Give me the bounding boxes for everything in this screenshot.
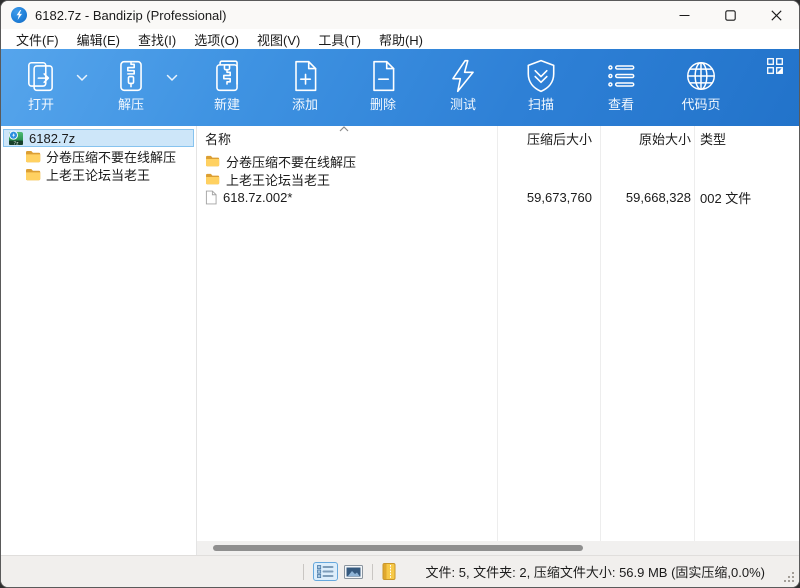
column-header-original-size[interactable]: 原始大小 bbox=[600, 129, 694, 148]
extract-label: 解压 bbox=[118, 97, 144, 113]
toolbar: 打开 解压 bbox=[1, 49, 799, 126]
list-body: 分卷压缩不要在线解压 上老王论坛当老王 bbox=[197, 152, 799, 541]
archive-7z-icon: 7z bbox=[8, 130, 24, 146]
file-name: 分卷压缩不要在线解压 bbox=[226, 152, 356, 171]
svg-text:7z: 7z bbox=[13, 141, 19, 146]
app-logo-icon bbox=[11, 7, 27, 23]
new-archive-button[interactable]: 新建 bbox=[197, 56, 257, 113]
scrollbar-thumb[interactable] bbox=[213, 545, 583, 551]
tree-item-label: 6182.7z bbox=[29, 131, 75, 146]
codepage-label: 代码页 bbox=[681, 97, 720, 113]
delete-file-icon bbox=[365, 56, 401, 96]
tree-item-label: 上老王论坛当老王 bbox=[46, 165, 150, 184]
scan-label: 扫描 bbox=[528, 97, 554, 113]
scan-icon bbox=[523, 56, 559, 96]
file-row[interactable]: 618.7z.002* 59,673,760 59,668,328 002 文件 bbox=[197, 188, 799, 206]
menu-tools[interactable]: 工具(T) bbox=[309, 29, 370, 49]
open-dropdown-chevron-icon[interactable] bbox=[71, 58, 93, 98]
list-header: 名称 压缩后大小 原始大小 类型 bbox=[197, 126, 799, 152]
tree-item-archive-root[interactable]: 7z 6182.7z bbox=[3, 129, 194, 147]
extract-button[interactable]: 解压 bbox=[101, 56, 161, 113]
open-archive-icon bbox=[23, 56, 59, 96]
column-divider[interactable] bbox=[600, 126, 601, 541]
menu-options[interactable]: 选项(O) bbox=[185, 29, 248, 49]
file-name: 618.7z.002* bbox=[223, 190, 292, 205]
folder-icon bbox=[205, 173, 220, 185]
extract-icon bbox=[113, 56, 149, 96]
maximize-icon[interactable] bbox=[707, 1, 753, 29]
horizontal-scrollbar[interactable] bbox=[197, 541, 799, 555]
statusbar-divider bbox=[303, 564, 304, 580]
test-icon bbox=[445, 56, 481, 96]
menu-find[interactable]: 查找(I) bbox=[129, 29, 185, 49]
open-label: 打开 bbox=[28, 97, 54, 113]
file-icon bbox=[205, 190, 217, 205]
new-archive-icon bbox=[209, 56, 245, 96]
codepage-icon bbox=[683, 56, 719, 96]
file-row[interactable]: 上老王论坛当老王 bbox=[197, 170, 799, 188]
column-divider[interactable] bbox=[694, 126, 695, 541]
file-type: 002 文件 bbox=[694, 188, 751, 207]
folder-icon bbox=[25, 168, 41, 181]
menu-file[interactable]: 文件(F) bbox=[7, 29, 68, 49]
file-name: 上老王论坛当老王 bbox=[226, 170, 330, 189]
packed-size: 59,673,760 bbox=[497, 190, 600, 205]
original-size: 59,668,328 bbox=[600, 190, 694, 205]
folder-tree-panel: 7z 6182.7z 分卷压缩不要在线解压 bbox=[1, 126, 197, 555]
column-divider[interactable] bbox=[497, 126, 498, 541]
test-button[interactable]: 测试 bbox=[433, 56, 493, 113]
delete-button[interactable]: 删除 bbox=[353, 56, 413, 113]
menu-edit[interactable]: 编辑(E) bbox=[68, 29, 129, 49]
statusbar-divider bbox=[372, 564, 373, 580]
new-archive-label: 新建 bbox=[214, 97, 240, 113]
status-bar: 文件: 5, 文件夹: 2, 压缩文件大小: 56.9 MB (固实压缩,0.0… bbox=[1, 555, 799, 587]
column-header-type[interactable]: 类型 bbox=[694, 129, 726, 148]
view-icon bbox=[603, 56, 639, 96]
title-bar: 6182.7z - Bandizip (Professional) bbox=[1, 1, 799, 29]
archive-book-icon[interactable] bbox=[382, 563, 396, 580]
view-button[interactable]: 查看 bbox=[591, 56, 651, 113]
add-file-icon bbox=[287, 56, 323, 96]
codepage-button[interactable]: 代码页 bbox=[671, 56, 731, 113]
details-view-icon[interactable] bbox=[313, 562, 338, 581]
add-button[interactable]: 添加 bbox=[275, 56, 335, 113]
menu-bar: 文件(F) 编辑(E) 查找(I) 选项(O) 视图(V) 工具(T) 帮助(H… bbox=[1, 29, 799, 49]
thumbnail-view-icon[interactable] bbox=[344, 565, 363, 579]
delete-label: 删除 bbox=[370, 97, 396, 113]
status-summary: 文件: 5, 文件夹: 2, 压缩文件大小: 56.9 MB (固实压缩,0.0… bbox=[425, 562, 765, 581]
scan-button[interactable]: 扫描 bbox=[511, 56, 571, 113]
customize-toolbar-icon[interactable] bbox=[767, 58, 783, 74]
main-area: 7z 6182.7z 分卷压缩不要在线解压 bbox=[1, 126, 799, 555]
open-button[interactable]: 打开 bbox=[11, 56, 71, 113]
folder-icon bbox=[25, 150, 41, 163]
column-header-packed-size[interactable]: 压缩后大小 bbox=[497, 129, 600, 148]
window-controls bbox=[661, 1, 799, 29]
extract-dropdown-chevron-icon[interactable] bbox=[161, 58, 183, 98]
tree-item-folder-2[interactable]: 上老王论坛当老王 bbox=[3, 165, 194, 183]
minimize-icon[interactable] bbox=[661, 1, 707, 29]
file-row[interactable]: 分卷压缩不要在线解压 bbox=[197, 152, 799, 170]
tree-item-label: 分卷压缩不要在线解压 bbox=[46, 147, 176, 166]
resize-grip-icon[interactable] bbox=[784, 572, 795, 583]
view-label: 查看 bbox=[608, 97, 634, 113]
close-icon[interactable] bbox=[753, 1, 799, 29]
menu-view[interactable]: 视图(V) bbox=[248, 29, 309, 49]
window-title: 6182.7z - Bandizip (Professional) bbox=[35, 8, 227, 23]
file-list-panel: 名称 压缩后大小 原始大小 类型 分卷压缩不要在线解压 bbox=[197, 126, 799, 555]
sort-ascending-icon bbox=[339, 126, 349, 132]
menu-help[interactable]: 帮助(H) bbox=[370, 29, 432, 49]
folder-icon bbox=[205, 155, 220, 167]
bandizip-window: 6182.7z - Bandizip (Professional) 文件(F) … bbox=[0, 0, 800, 588]
add-label: 添加 bbox=[292, 97, 318, 113]
test-label: 测试 bbox=[450, 97, 476, 113]
tree-item-folder-1[interactable]: 分卷压缩不要在线解压 bbox=[3, 147, 194, 165]
